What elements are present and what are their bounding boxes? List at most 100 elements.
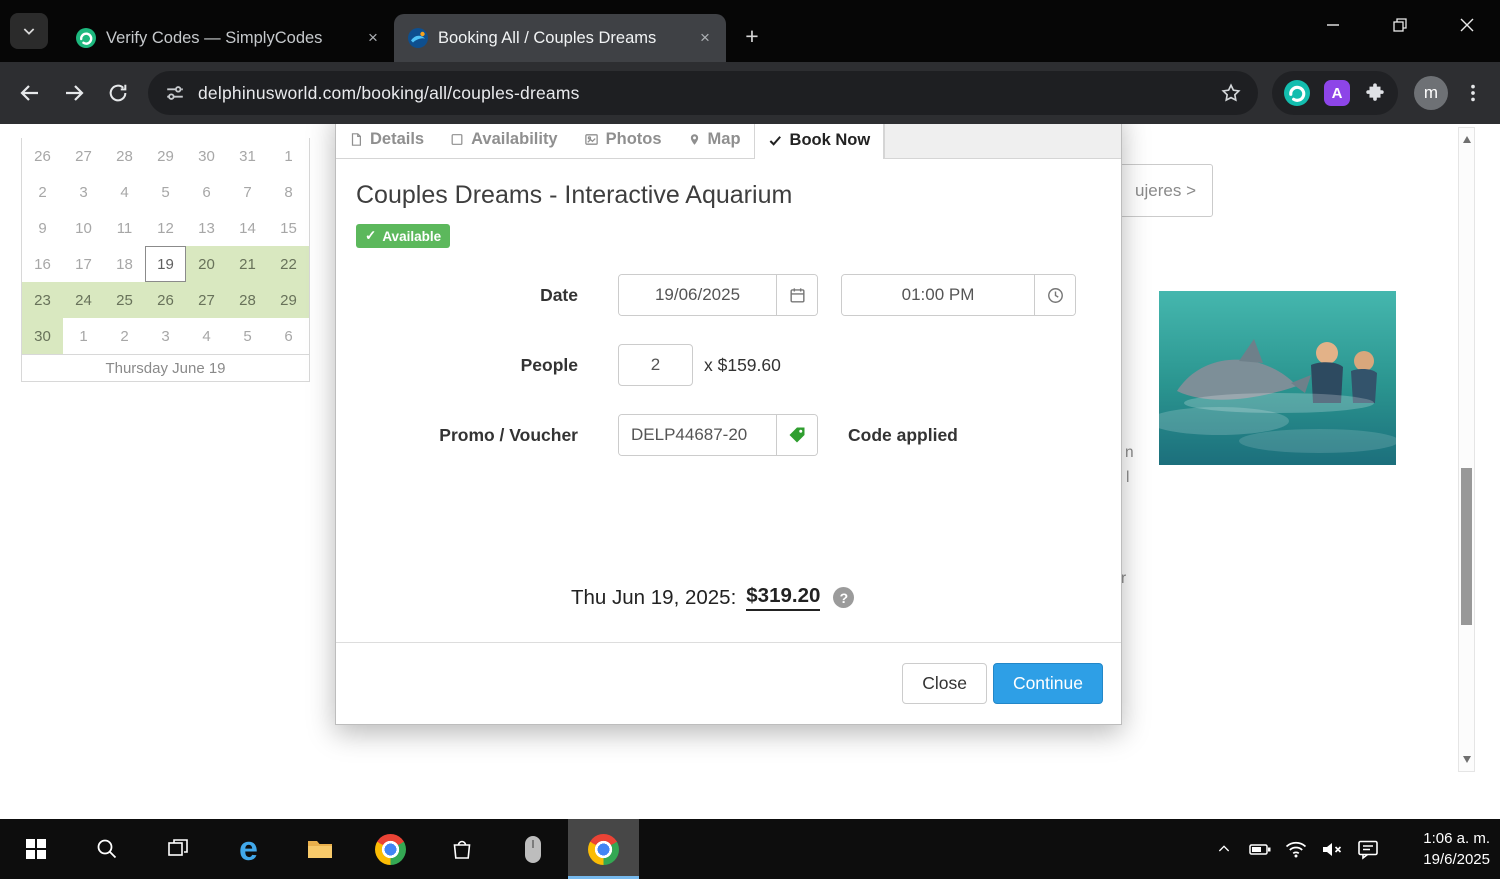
date-label: Date — [540, 284, 578, 305]
chevron-up-icon — [1218, 845, 1230, 852]
store-bag-icon — [453, 840, 470, 859]
site-info-icon[interactable] — [164, 82, 186, 104]
people-input[interactable] — [618, 344, 693, 386]
calendar-day[interactable]: 26 — [145, 282, 186, 318]
tab-book-now[interactable]: Book Now — [753, 124, 885, 159]
battery-tray-button[interactable] — [1244, 819, 1276, 879]
store-button[interactable] — [426, 819, 497, 879]
scroll-up-arrow-icon[interactable] — [1463, 136, 1471, 143]
extensions-button[interactable] — [1364, 82, 1386, 104]
browser-menu-button[interactable] — [1462, 82, 1484, 104]
checkbox-icon — [451, 134, 463, 145]
reload-button[interactable] — [96, 71, 140, 115]
kebab-menu-icon — [1471, 84, 1475, 102]
photo-icon — [584, 134, 598, 145]
calendar-day: 6 — [284, 327, 293, 345]
occluded-text-fragment: l — [1126, 469, 1130, 486]
url-bar[interactable]: delphinusworld.com/booking/all/couples-d… — [148, 71, 1258, 115]
calendar-day[interactable]: 30 — [22, 318, 63, 354]
continue-button[interactable]: Continue — [992, 663, 1103, 704]
a-extension-icon[interactable]: A — [1324, 80, 1350, 106]
mouse-app-button[interactable] — [497, 819, 568, 879]
check-icon: ✓ — [365, 228, 377, 243]
restore-button[interactable] — [1366, 0, 1433, 50]
calendar-day: 15 — [280, 219, 297, 237]
taskbar-search-button[interactable] — [71, 819, 142, 879]
tab-photos[interactable]: Photos — [571, 124, 675, 158]
bookmark-button[interactable] — [1220, 82, 1242, 104]
chrome-active-button[interactable] — [568, 819, 639, 879]
apply-promo-button[interactable] — [776, 415, 817, 455]
url-text[interactable]: delphinusworld.com/booking/all/couples-d… — [198, 83, 1220, 104]
tab-close-icon[interactable]: × — [362, 27, 384, 49]
forward-button[interactable] — [52, 71, 96, 115]
tab-map[interactable]: Map — [675, 124, 754, 158]
calendar-day[interactable]: 25 — [104, 282, 145, 318]
calendar-day: 11 — [116, 219, 133, 237]
tab-label: Map — [707, 130, 741, 148]
calendar-day[interactable]: 23 — [22, 282, 63, 318]
minimize-button[interactable] — [1299, 0, 1366, 50]
scroll-down-arrow-icon[interactable] — [1463, 756, 1471, 763]
battery-icon — [1249, 844, 1271, 855]
scrollbar-thumb[interactable] — [1461, 468, 1472, 625]
page-scrollbar[interactable] — [1458, 127, 1475, 772]
taskbar-clock[interactable]: 1:06 a. m. 19/6/2025 — [1394, 828, 1490, 870]
chrome-button[interactable] — [355, 819, 426, 879]
start-button[interactable] — [0, 819, 71, 879]
tab-close-icon[interactable]: × — [694, 27, 716, 49]
tab-search-button[interactable] — [10, 13, 48, 49]
calendar-day: 6 — [202, 183, 211, 201]
calendar-day: 2 — [38, 183, 47, 201]
date-input[interactable] — [619, 275, 776, 315]
tab-availability[interactable]: Availability — [437, 124, 571, 158]
back-button[interactable] — [8, 71, 52, 115]
date-picker-button[interactable] — [776, 275, 817, 315]
edge-button[interactable]: e — [213, 819, 284, 879]
calendar-day[interactable]: 27 — [186, 282, 227, 318]
calendar-day[interactable]: 21 — [227, 246, 268, 282]
time-input[interactable] — [842, 275, 1034, 315]
calendar-day[interactable]: 29 — [268, 282, 309, 318]
restore-icon — [1392, 18, 1407, 32]
notifications-tray-button[interactable] — [1352, 819, 1384, 879]
volume-tray-button[interactable] — [1316, 819, 1348, 879]
calendar-day[interactable]: 19 — [145, 246, 186, 282]
browser-tab-booking[interactable]: Booking All / Couples Dreams × — [394, 14, 726, 62]
file-explorer-button[interactable] — [284, 819, 355, 879]
calendar-day: 29 — [157, 147, 174, 165]
calendar-day[interactable]: 28 — [227, 282, 268, 318]
calendar-day[interactable]: 22 — [268, 246, 309, 282]
profile-avatar[interactable]: m — [1414, 76, 1448, 110]
simplycodes-extension-icon[interactable] — [1284, 80, 1310, 106]
task-view-button[interactable] — [142, 819, 213, 879]
calendar-day: 26 — [34, 147, 51, 165]
tray-expand-button[interactable] — [1208, 819, 1240, 879]
browser-titlebar: Verify Codes — SimplyCodes × Booking All… — [0, 0, 1500, 62]
tab-label: Photos — [605, 130, 662, 148]
close-window-button[interactable] — [1433, 0, 1500, 50]
promo-input[interactable] — [619, 415, 776, 455]
network-tray-button[interactable] — [1280, 819, 1312, 879]
calendar-day: 16 — [34, 255, 51, 273]
calendar-day[interactable]: 24 — [63, 282, 104, 318]
calendar-day: 7 — [243, 183, 252, 201]
windows-logo-icon — [25, 839, 46, 859]
calendar-day[interactable]: 20 — [186, 246, 227, 282]
booking-form: Date 19/06/2025 01:00 PM People 2 x $159… — [356, 274, 1101, 456]
simplycodes-favicon-icon — [76, 28, 96, 48]
clock-icon — [1047, 287, 1063, 303]
booking-modal: Details Availability Photos Map Book Now — [335, 124, 1122, 725]
price-help-icon[interactable]: ? — [833, 587, 855, 608]
time-picker-button[interactable] — [1034, 275, 1075, 315]
browser-tab-simplycodes[interactable]: Verify Codes — SimplyCodes × — [62, 14, 394, 62]
task-view-icon — [167, 839, 188, 856]
badge-label: Available — [382, 228, 442, 244]
new-tab-button[interactable]: + — [734, 18, 770, 54]
close-button[interactable]: Close — [902, 663, 987, 704]
tab-details[interactable]: Details — [336, 124, 437, 158]
clock-time: 1:06 a. m. — [1423, 830, 1490, 847]
calendar-day: 9 — [38, 219, 47, 237]
calendar-day: 30 — [198, 147, 215, 165]
dolphin-photo-thumbnail[interactable] — [1159, 291, 1396, 465]
